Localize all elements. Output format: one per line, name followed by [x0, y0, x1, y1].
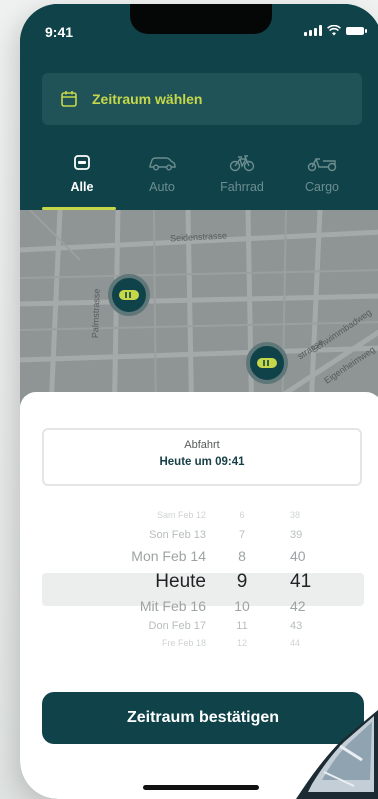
vehicle-marker-icon: [257, 358, 277, 368]
picker-date: Mit Feb 16: [139, 598, 206, 614]
picker-minute: 40: [290, 548, 306, 564]
app-header: 9:41 Zeitraum wählen Alle Auto Fahrrad C…: [20, 4, 378, 210]
date-time-wheel[interactable]: Sam Feb 12 6 38 Son Feb 13 7 39 Mon Feb 14 8 40 H…: [20, 510, 378, 670]
picker-minute: 43: [290, 620, 303, 632]
tab-label: Fahrrad: [220, 180, 264, 194]
picker-date: Heute: [155, 571, 206, 592]
select-period-button[interactable]: Zeitraum wählen: [42, 73, 362, 125]
tab-label: Cargo: [304, 180, 340, 194]
vehicle-marker-icon: [119, 290, 139, 300]
vehicle-location-pin[interactable]: [246, 342, 288, 384]
picker-row[interactable]: Fre Feb 18 12 44: [20, 638, 378, 651]
status-icons: [304, 25, 367, 36]
picker-hour: 10: [234, 598, 250, 614]
wifi-icon: [327, 25, 341, 36]
picker-row[interactable]: Sam Feb 12 6 38: [20, 510, 378, 523]
picker-hour: 7: [238, 529, 246, 541]
cellular-signal-icon: [304, 25, 322, 36]
tab-auto[interactable]: Auto: [122, 152, 202, 210]
picker-hour: 9: [236, 571, 248, 592]
picker-hour: 6: [239, 510, 245, 520]
picker-hour: 8: [238, 548, 246, 564]
vehicle-tabs: Alle Auto Fahrrad Cargo: [42, 152, 362, 210]
picker-date: Fre Feb 18: [161, 638, 206, 648]
picker-row[interactable]: Don Feb 17 11 43: [20, 620, 378, 635]
picker-minute: 41: [290, 571, 312, 592]
picker-hour: 11: [236, 620, 248, 632]
bicycle-icon: [229, 155, 255, 172]
picker-date: Son Feb 13: [149, 529, 206, 541]
select-period-label: Zeitraum wählen: [92, 91, 203, 107]
picker-row[interactable]: Mit Feb 16 10 42: [20, 598, 378, 616]
car-icon: [149, 157, 176, 171]
departure-value: Heute um 09:41: [159, 456, 245, 468]
home-indicator: [143, 785, 259, 790]
picker-minute: 42: [290, 598, 306, 614]
picker-row[interactable]: Mon Feb 14 8 40: [20, 548, 378, 566]
departure-field[interactable]: Abfahrt Heute um 09:41: [42, 428, 362, 486]
tab-label: Auto: [149, 180, 175, 194]
all-vehicles-icon: [74, 155, 90, 170]
street-label: Palmstrasse: [90, 288, 102, 339]
phone-frame: 9:41 Zeitraum wählen Alle Auto Fahrrad C…: [20, 4, 378, 799]
status-time: 9:41: [45, 24, 74, 40]
picker-row[interactable]: Son Feb 13 7 39: [20, 529, 378, 544]
vehicle-location-pin[interactable]: [108, 274, 150, 316]
picker-minute: 44: [290, 638, 301, 648]
tab-fahrrad[interactable]: Fahrrad: [202, 152, 282, 210]
cargo-bike-icon: [307, 158, 337, 172]
device-notch: [130, 4, 272, 34]
picker-date: Don Feb 17: [148, 620, 206, 632]
calendar-icon: [61, 91, 77, 107]
picker-hour: 12: [236, 638, 248, 648]
picker-date: Sam Feb 12: [156, 510, 206, 520]
picker-minute: 39: [290, 529, 303, 541]
tab-label: Alle: [70, 180, 94, 194]
car-illustration: [296, 710, 378, 799]
tab-alle[interactable]: Alle: [42, 152, 122, 210]
picker-minute: 38: [290, 510, 301, 520]
tab-cargo[interactable]: Cargo: [282, 152, 362, 210]
battery-icon: [346, 26, 367, 35]
picker-row[interactable]: Heute 9 41: [20, 571, 378, 594]
picker-date: Mon Feb 14: [131, 548, 206, 564]
departure-label: Abfahrt: [184, 439, 220, 451]
